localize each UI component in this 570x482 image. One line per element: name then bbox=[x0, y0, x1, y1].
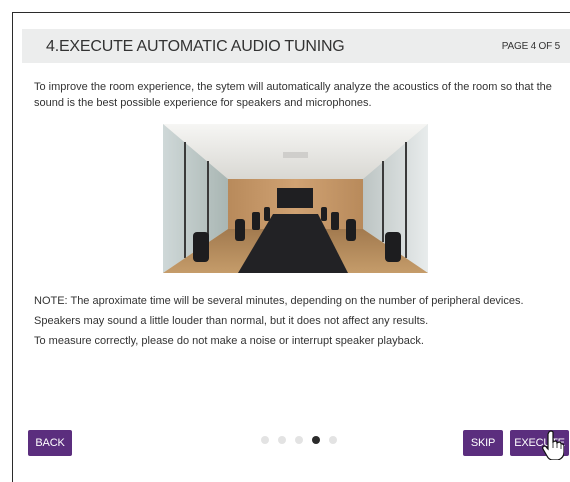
page-dot-active bbox=[312, 436, 320, 444]
tuning-dialog: 4.EXECUTE AUTOMATIC AUDIO TUNING PAGE 4 … bbox=[12, 12, 570, 482]
intro-text: To improve the room experience, the syte… bbox=[34, 81, 552, 109]
pagination-dots bbox=[261, 434, 341, 446]
back-button[interactable]: BACK bbox=[28, 430, 72, 456]
page-dot bbox=[261, 436, 269, 444]
page-dot bbox=[329, 436, 337, 444]
page-dot bbox=[295, 436, 303, 444]
dialog-title: 4.EXECUTE AUTOMATIC AUDIO TUNING bbox=[46, 38, 345, 55]
notes-section: NOTE: The aproximate time will be severa… bbox=[34, 291, 564, 351]
hand-cursor-icon bbox=[542, 430, 564, 460]
note-line: To measure correctly, please do not make… bbox=[34, 335, 424, 347]
dialog-header: 4.EXECUTE AUTOMATIC AUDIO TUNING PAGE 4 … bbox=[22, 29, 570, 63]
skip-button[interactable]: SKIP bbox=[463, 430, 503, 456]
conference-room-image bbox=[163, 124, 428, 273]
page-indicator: PAGE 4 OF 5 bbox=[501, 41, 560, 52]
page-dot bbox=[278, 436, 286, 444]
note-line: NOTE: The aproximate time will be severa… bbox=[34, 295, 524, 307]
note-line: Speakers may sound a little louder than … bbox=[34, 315, 429, 327]
